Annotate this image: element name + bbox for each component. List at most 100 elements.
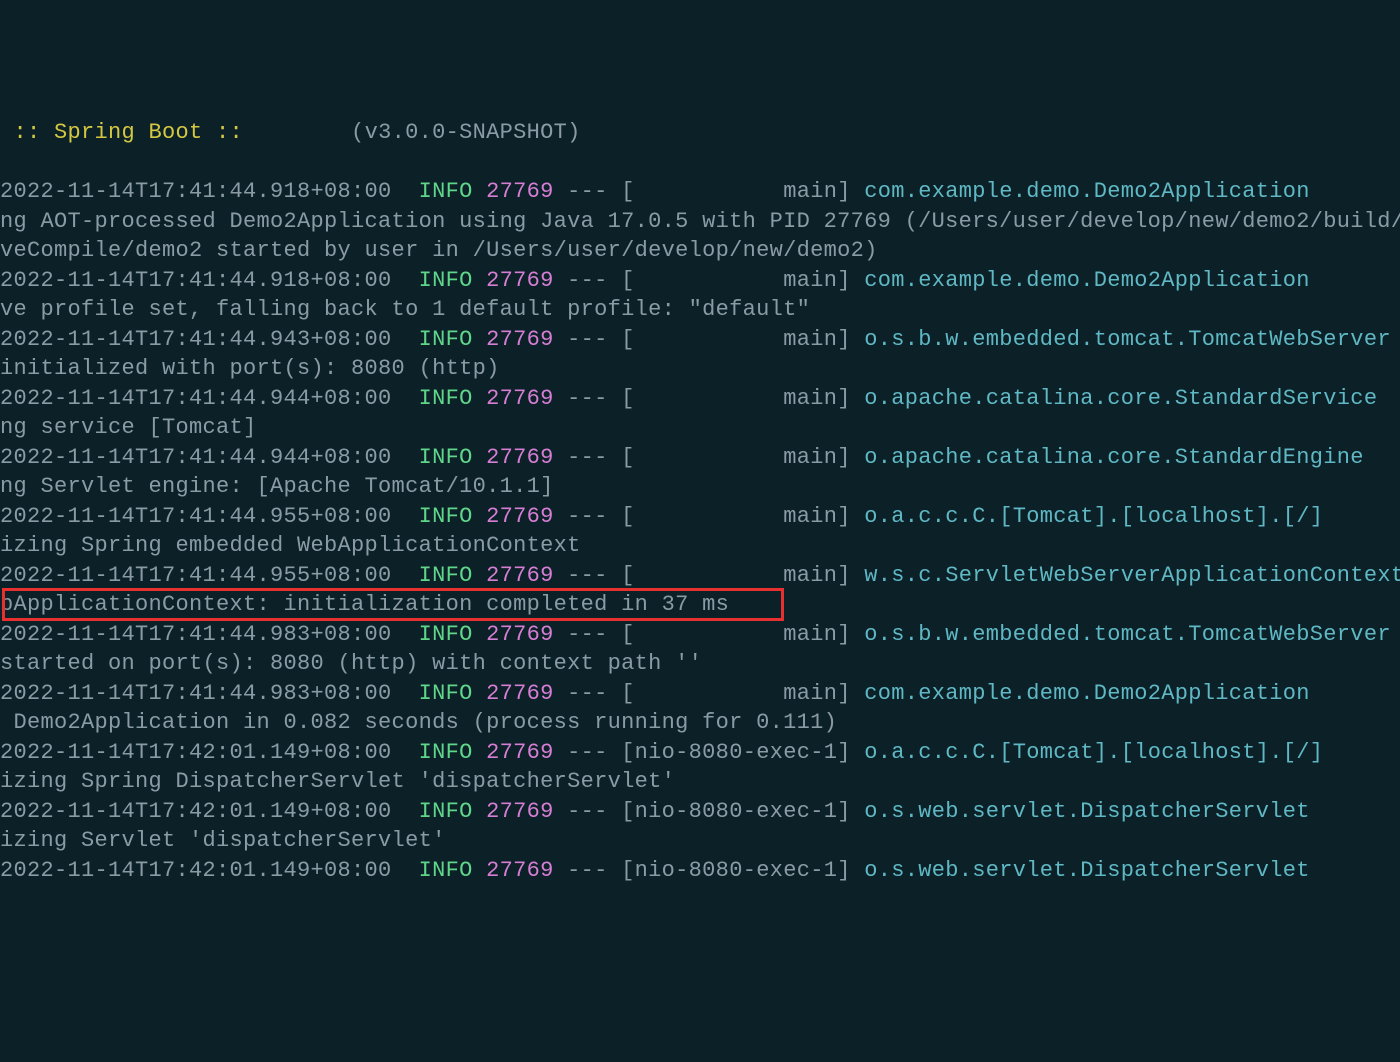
log-message-wrap: izing Servlet 'dispatcherServlet' — [0, 828, 446, 853]
log-logger: com.example.demo.Demo2Application — [864, 681, 1400, 706]
log-separator: --- — [567, 799, 608, 824]
log-line: ng service [Tomcat] — [0, 413, 1400, 443]
log-level: INFO — [419, 740, 473, 765]
log-pid: 27769 — [486, 563, 554, 588]
log-line: izing Servlet 'dispatcherServlet' — [0, 826, 1400, 856]
log-pid: 27769 — [486, 268, 554, 293]
log-line: ng Servlet engine: [Apache Tomcat/10.1.1… — [0, 472, 1400, 502]
log-logger: com.example.demo.Demo2Application — [864, 179, 1400, 204]
log-line: started on port(s): 8080 (http) with con… — [0, 649, 1400, 679]
log-message-wrap: ng service [Tomcat] — [0, 415, 257, 440]
log-level: INFO — [419, 327, 473, 352]
log-pid: 27769 — [486, 681, 554, 706]
log-line: bApplicationContext: initialization comp… — [0, 590, 1400, 620]
log-pid: 27769 — [486, 799, 554, 824]
log-message-wrap: ng AOT-processed Demo2Application using … — [0, 209, 1400, 234]
log-line: 2022-11-14T17:41:44.955+08:00 INFO 27769… — [0, 561, 1400, 591]
log-line: Demo2Application in 0.082 seconds (proce… — [0, 708, 1400, 738]
log-pid: 27769 — [486, 445, 554, 470]
log-pid: 27769 — [486, 740, 554, 765]
log-line: 2022-11-14T17:42:01.149+08:00 INFO 27769… — [0, 856, 1400, 886]
log-timestamp: 2022-11-14T17:41:44.918+08:00 — [0, 179, 392, 204]
log-logger: o.apache.catalina.core.StandardEngine — [864, 445, 1400, 470]
log-line: izing Spring embedded WebApplicationCont… — [0, 531, 1400, 561]
log-line: 2022-11-14T17:41:44.944+08:00 INFO 27769… — [0, 443, 1400, 473]
banner-text: :: Spring Boot :: — [0, 120, 257, 145]
log-message-wrap: veCompile/demo2 started by user in /User… — [0, 238, 878, 263]
log-thread: [nio-8080-exec-1] — [621, 740, 851, 765]
log-separator: --- — [567, 386, 608, 411]
log-thread: [ main] — [621, 445, 851, 470]
log-message-wrap: started on port(s): 8080 (http) with con… — [0, 651, 702, 676]
log-separator: --- — [567, 327, 608, 352]
log-thread: [nio-8080-exec-1] — [621, 799, 851, 824]
log-message-wrap: izing Spring DispatcherServlet 'dispatch… — [0, 769, 675, 794]
log-line: ve profile set, falling back to 1 defaul… — [0, 295, 1400, 325]
log-thread: [ main] — [621, 504, 851, 529]
log-timestamp: 2022-11-14T17:42:01.149+08:00 — [0, 799, 392, 824]
log-thread: [ main] — [621, 386, 851, 411]
log-pid: 27769 — [486, 179, 554, 204]
log-separator: --- — [567, 179, 608, 204]
log-level: INFO — [419, 799, 473, 824]
log-line: initialized with port(s): 8080 (http) — [0, 354, 1400, 384]
log-message-wrap: initialized with port(s): 8080 (http) — [0, 356, 500, 381]
log-timestamp: 2022-11-14T17:41:44.943+08:00 — [0, 327, 392, 352]
log-line: 2022-11-14T17:41:44.983+08:00 INFO 27769… — [0, 620, 1400, 650]
log-logger: o.a.c.c.C.[Tomcat].[localhost].[/] — [864, 740, 1400, 765]
log-separator: --- — [567, 504, 608, 529]
log-thread: [ main] — [621, 327, 851, 352]
banner-version: (v3.0.0-SNAPSHOT) — [257, 120, 581, 145]
log-line: 2022-11-14T17:41:44.983+08:00 INFO 27769… — [0, 679, 1400, 709]
log-logger: o.s.web.servlet.DispatcherServlet — [864, 799, 1400, 824]
log-timestamp: 2022-11-14T17:41:44.944+08:00 — [0, 386, 392, 411]
log-logger: o.s.b.w.embedded.tomcat.TomcatWebServer — [864, 622, 1400, 647]
log-separator: --- — [567, 858, 608, 883]
log-logger: o.a.c.c.C.[Tomcat].[localhost].[/] — [864, 504, 1400, 529]
log-line: 2022-11-14T17:41:44.955+08:00 INFO 27769… — [0, 502, 1400, 532]
log-timestamp: 2022-11-14T17:41:44.918+08:00 — [0, 268, 392, 293]
log-timestamp: 2022-11-14T17:42:01.149+08:00 — [0, 858, 392, 883]
log-timestamp: 2022-11-14T17:42:01.149+08:00 — [0, 740, 392, 765]
log-logger: com.example.demo.Demo2Application — [864, 268, 1400, 293]
log-logger: w.s.c.ServletWebServerApplicationContext — [864, 563, 1400, 588]
log-thread: [ main] — [621, 268, 851, 293]
log-level: INFO — [419, 858, 473, 883]
log-line: 2022-11-14T17:42:01.149+08:00 INFO 27769… — [0, 738, 1400, 768]
log-timestamp: 2022-11-14T17:41:44.983+08:00 — [0, 681, 392, 706]
log-line: ng AOT-processed Demo2Application using … — [0, 207, 1400, 237]
log-separator: --- — [567, 740, 608, 765]
log-separator: --- — [567, 681, 608, 706]
log-message-wrap: ve profile set, falling back to 1 defaul… — [0, 297, 810, 322]
log-thread: [ main] — [621, 622, 851, 647]
log-pid: 27769 — [486, 327, 554, 352]
log-level: INFO — [419, 622, 473, 647]
log-level: INFO — [419, 386, 473, 411]
log-line: 2022-11-14T17:41:44.918+08:00 INFO 27769… — [0, 266, 1400, 296]
log-level: INFO — [419, 681, 473, 706]
log-timestamp: 2022-11-14T17:41:44.983+08:00 — [0, 622, 392, 647]
log-level: INFO — [419, 179, 473, 204]
log-separator: --- — [567, 622, 608, 647]
log-line: 2022-11-14T17:42:01.149+08:00 INFO 27769… — [0, 797, 1400, 827]
log-logger: o.apache.catalina.core.StandardService — [864, 386, 1400, 411]
log-level: INFO — [419, 268, 473, 293]
log-timestamp: 2022-11-14T17:41:44.944+08:00 — [0, 445, 392, 470]
log-logger: o.s.web.servlet.DispatcherServlet — [864, 858, 1400, 883]
console-output: :: Spring Boot :: (v3.0.0-SNAPSHOT) 2022… — [0, 118, 1400, 885]
log-thread: [ main] — [621, 179, 851, 204]
log-line: 2022-11-14T17:41:44.944+08:00 INFO 27769… — [0, 384, 1400, 414]
log-timestamp: 2022-11-14T17:41:44.955+08:00 — [0, 504, 392, 529]
log-level: INFO — [419, 504, 473, 529]
log-timestamp: 2022-11-14T17:41:44.955+08:00 — [0, 563, 392, 588]
log-pid: 27769 — [486, 386, 554, 411]
log-level: INFO — [419, 445, 473, 470]
log-separator: --- — [567, 563, 608, 588]
log-thread: [ main] — [621, 563, 851, 588]
log-thread: [ main] — [621, 681, 851, 706]
log-separator: --- — [567, 445, 608, 470]
log-message-wrap: Demo2Application in 0.082 seconds (proce… — [0, 710, 837, 735]
log-message-wrap: ng Servlet engine: [Apache Tomcat/10.1.1… — [0, 474, 554, 499]
log-line: izing Spring DispatcherServlet 'dispatch… — [0, 767, 1400, 797]
log-thread: [nio-8080-exec-1] — [621, 858, 851, 883]
